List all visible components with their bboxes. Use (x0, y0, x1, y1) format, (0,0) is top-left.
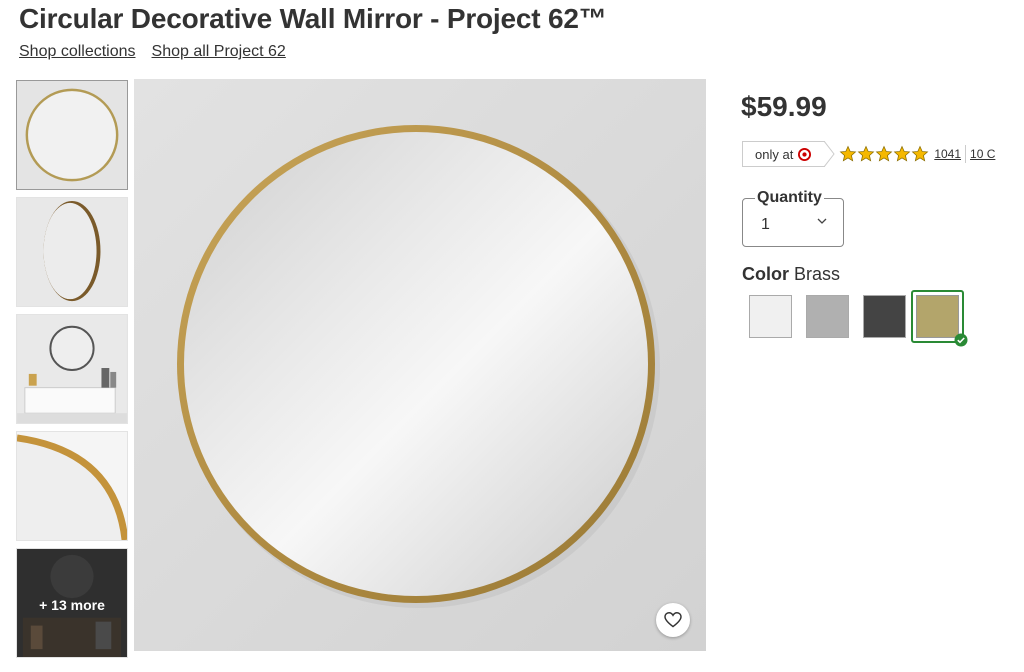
review-count-link[interactable]: 1041 (934, 147, 961, 161)
color-title: Color (742, 264, 789, 284)
selected-color-name: Brass (794, 264, 841, 284)
swatch-brass-selected[interactable] (911, 290, 968, 347)
swatch-white[interactable] (749, 295, 792, 338)
star-icon (857, 145, 875, 162)
badge-chevron-shape (824, 141, 835, 167)
star-icon (839, 145, 857, 162)
only-at-text: only at (755, 146, 794, 162)
product-title: Circular Decorative Wall Mirror - Projec… (19, 3, 607, 34)
collection-links: Shop collections Shop all Project 62 (19, 43, 286, 61)
swatch-silver[interactable] (806, 295, 849, 338)
swatch-brass[interactable] (916, 295, 959, 338)
target-bullseye-icon (798, 147, 812, 161)
shop-collections-link[interactable]: Shop collections (19, 43, 136, 61)
main-product-image[interactable] (134, 79, 706, 651)
star-icon (893, 145, 911, 162)
thumbnail-strip: + 13 more (16, 80, 130, 665)
thumbnail-4[interactable] (16, 431, 128, 541)
quantity-value: 1 (761, 216, 770, 233)
only-at-badge: only at (742, 141, 835, 167)
quantity-label: Quantity (755, 189, 824, 207)
thumbnail-more[interactable]: + 13 more (16, 548, 128, 658)
thumbnail-1[interactable] (16, 80, 128, 190)
divider (965, 145, 967, 163)
heart-icon (664, 612, 682, 628)
price: $59.99 (741, 91, 827, 122)
color-label: Color Brass (742, 264, 840, 285)
favorite-button[interactable] (656, 603, 690, 637)
thumbnail-3[interactable] (16, 314, 128, 424)
quantity-select[interactable]: Quantity 1 (742, 189, 844, 247)
questions-link[interactable]: 10 C (970, 147, 995, 161)
star-icon (911, 145, 929, 162)
rating-row: only at 1041 10 C (742, 141, 995, 167)
star-icon (875, 145, 893, 162)
more-images-label: + 13 more (39, 597, 105, 613)
shop-all-project62-link[interactable]: Shop all Project 62 (152, 43, 286, 61)
swatch-black[interactable] (863, 295, 906, 338)
thumbnail-2[interactable] (16, 197, 128, 307)
star-rating[interactable] (839, 145, 929, 163)
color-swatches (749, 290, 968, 347)
check-icon (954, 333, 968, 347)
chevron-down-icon (817, 218, 827, 224)
